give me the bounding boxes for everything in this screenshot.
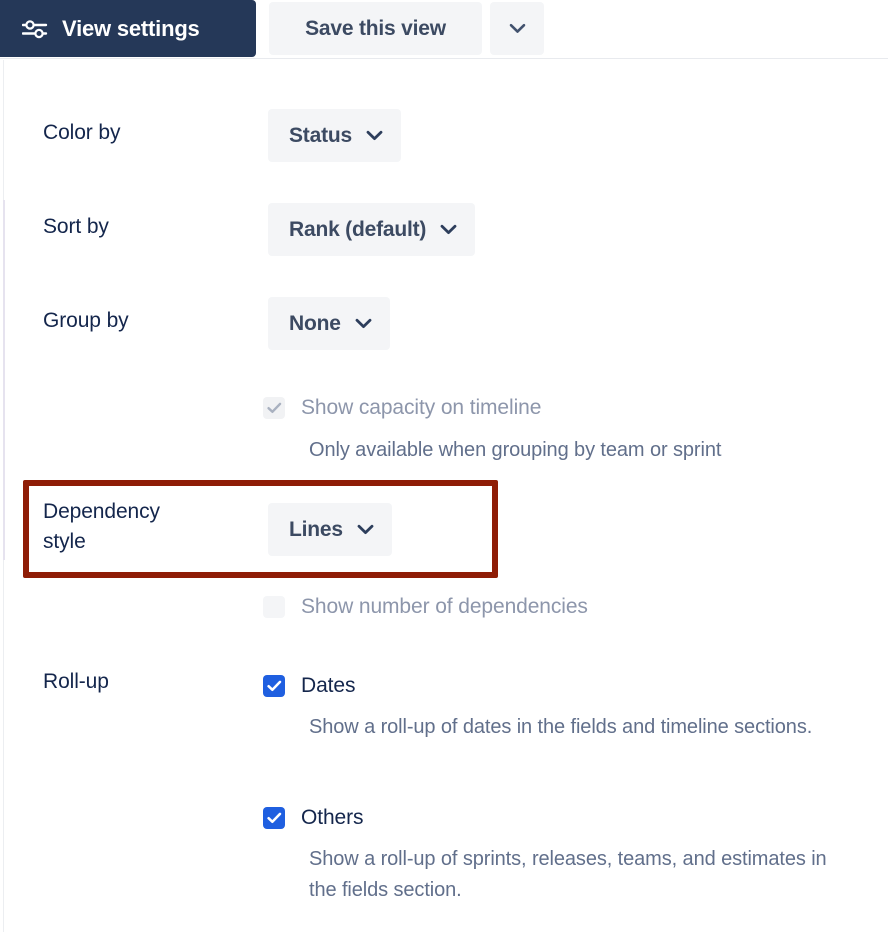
show-number-of-dependencies-checkbox[interactable] — [263, 596, 285, 618]
show-number-of-dependencies-label: Show number of dependencies — [301, 595, 588, 618]
save-view-dropdown-button[interactable] — [490, 2, 544, 55]
group-by-select[interactable]: None — [268, 297, 390, 350]
rollup-label-wrap: Roll-up — [43, 667, 109, 697]
chevron-down-icon — [366, 130, 383, 141]
show-capacity-checkbox-row[interactable]: Show capacity on timeline — [263, 392, 541, 424]
rollup-dates-label: Dates — [301, 674, 356, 697]
dependency-style-value: Lines — [289, 517, 343, 541]
rollup-others-help: Show a roll-up of sprints, releases, tea… — [309, 848, 827, 901]
color-by-select[interactable]: Status — [268, 109, 401, 162]
sort-by-select[interactable]: Rank (default) — [268, 203, 476, 256]
group-by-label: Group by — [43, 309, 129, 332]
group-by-value: None — [289, 311, 341, 335]
rollup-others-checkbox[interactable] — [263, 807, 285, 829]
chevron-down-icon — [440, 224, 457, 235]
chevron-down-icon — [355, 318, 372, 329]
rollup-label: Roll-up — [43, 670, 109, 693]
rollup-others-checkbox-row[interactable]: Others — [263, 802, 364, 834]
show-capacity-label: Show capacity on timeline — [301, 396, 542, 419]
color-by-value: Status — [289, 123, 352, 147]
toolbar: View settings Save this view — [0, 0, 888, 59]
chevron-down-icon — [509, 23, 526, 34]
settings-body: Color by Status Sort by Rank (default) G… — [0, 60, 888, 932]
view-settings-panel: View settings Save this view Color by St… — [0, 0, 888, 932]
rollup-dates-checkbox-row[interactable]: Dates — [263, 670, 355, 702]
rollup-others-label: Others — [301, 806, 364, 829]
save-this-view-button[interactable]: Save this view — [269, 2, 482, 55]
show-number-of-dependencies-checkbox-row[interactable]: Show number of dependencies — [263, 591, 588, 623]
sliders-icon — [22, 18, 48, 40]
view-settings-label: View settings — [62, 15, 200, 41]
sort-by-value: Rank (default) — [289, 217, 427, 241]
group-by-label-wrap: Group by — [43, 306, 129, 336]
dependency-style-select[interactable]: Lines — [268, 503, 392, 556]
view-settings-button[interactable]: View settings — [0, 0, 256, 57]
rollup-dates-checkbox[interactable] — [263, 675, 285, 697]
chevron-down-icon — [357, 524, 374, 535]
show-capacity-help: Only available when grouping by team or … — [309, 439, 722, 461]
dependency-style-label-wrap: Dependency style — [43, 497, 243, 557]
color-by-label-wrap: Color by — [43, 118, 121, 148]
sort-by-label: Sort by — [43, 215, 109, 238]
dependency-style-label: Dependency style — [43, 500, 160, 553]
rollup-dates-help: Show a roll-up of dates in the fields an… — [309, 716, 813, 738]
sort-by-label-wrap: Sort by — [43, 212, 109, 242]
color-by-label: Color by — [43, 121, 121, 144]
show-capacity-checkbox[interactable] — [263, 397, 285, 419]
